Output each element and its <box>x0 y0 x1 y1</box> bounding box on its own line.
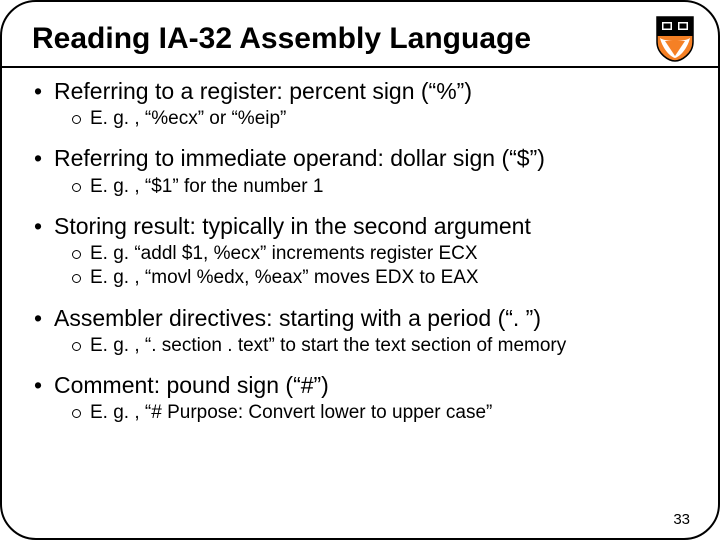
sub-bullet-text: E. g. , “$1” for the number 1 <box>72 175 694 199</box>
page-number: 33 <box>673 511 690 528</box>
sub-list: E. g. , “. section . text” to start the … <box>32 334 694 358</box>
bullet-text: Referring to a register: percent sign (“… <box>32 78 694 105</box>
bullet-text: Referring to immediate operand: dollar s… <box>32 145 694 172</box>
sub-bullet-text: E. g. , “. section . text” to start the … <box>72 334 694 358</box>
slide-title: Reading IA-32 Assembly Language <box>32 22 531 56</box>
slide-header: Reading IA-32 Assembly Language <box>32 16 694 62</box>
list-item: Referring to immediate operand: dollar s… <box>32 145 694 198</box>
bullet-text: Comment: pound sign (“#”) <box>32 372 694 399</box>
slide: Reading IA-32 Assembly Language Referrin… <box>0 0 720 540</box>
sub-bullet-text: E. g. , “# Purpose: Convert lower to upp… <box>72 401 694 425</box>
sub-list: E. g. “addl $1, %ecx” increments registe… <box>32 242 694 291</box>
list-item: Assembler directives: starting with a pe… <box>32 305 694 358</box>
title-divider <box>2 66 720 68</box>
bullet-list: Referring to a register: percent sign (“… <box>32 78 694 426</box>
sub-list: E. g. , “$1” for the number 1 <box>32 175 694 199</box>
sub-bullet-text: E. g. “addl $1, %ecx” increments registe… <box>72 242 694 266</box>
list-item: Comment: pound sign (“#”) E. g. , “# Pur… <box>32 372 694 425</box>
sub-list: E. g. , “%ecx” or “%eip” <box>32 107 694 131</box>
list-item: Referring to a register: percent sign (“… <box>32 78 694 131</box>
bullet-text: Assembler directives: starting with a pe… <box>32 305 694 332</box>
sub-bullet-text: E. g. , “movl %edx, %eax” moves EDX to E… <box>72 266 694 290</box>
list-item: Storing result: typically in the second … <box>32 213 694 291</box>
princeton-shield-icon <box>656 16 694 62</box>
bullet-text: Storing result: typically in the second … <box>32 213 694 240</box>
sub-bullet-text: E. g. , “%ecx” or “%eip” <box>72 107 694 131</box>
sub-list: E. g. , “# Purpose: Convert lower to upp… <box>32 401 694 425</box>
